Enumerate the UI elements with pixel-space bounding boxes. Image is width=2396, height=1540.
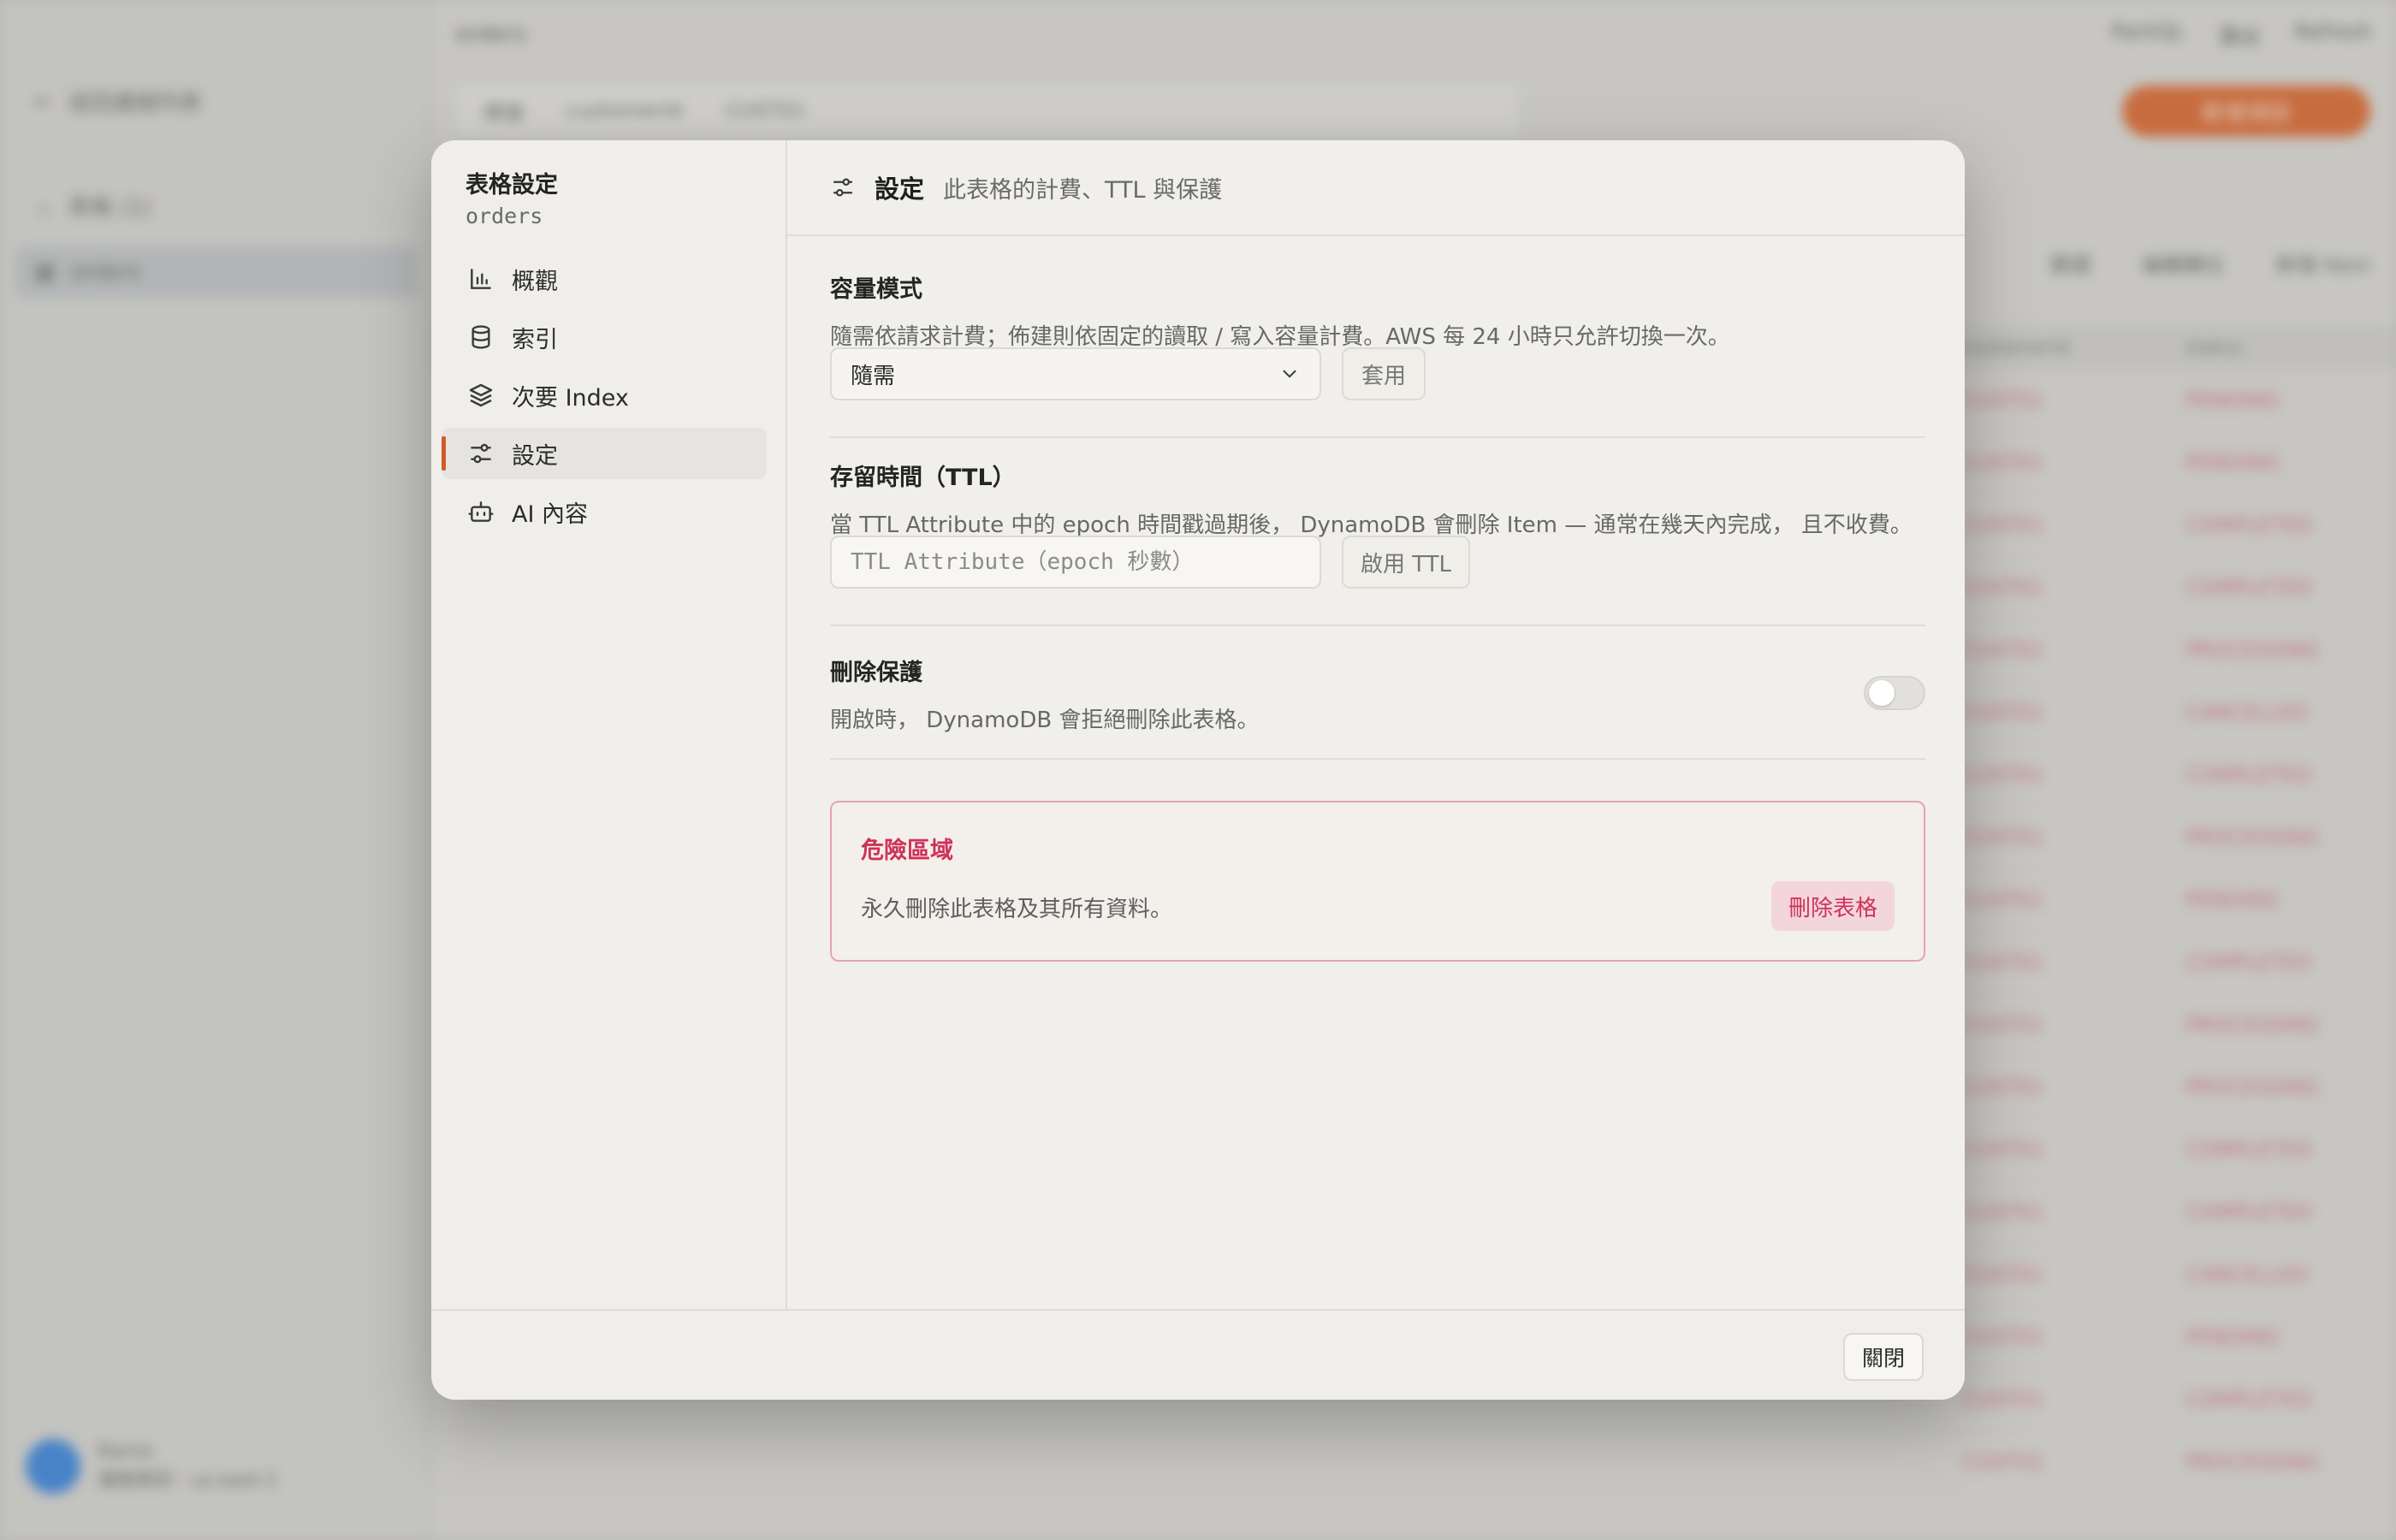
database-icon [471,325,490,349]
deletion-protection-toggle[interactable] [1864,676,1925,710]
sliders-icon [833,178,853,197]
bot-icon [468,501,494,522]
capacity-mode-select[interactable]: 隨需 [830,347,1321,400]
nav-item-indexes[interactable]: 索引 [442,311,767,363]
ttl-title: 存留時間（TTL） [830,465,1016,491]
divider [830,625,1925,626]
settings-nav: 表格設定 orders 概觀 索引 次要 Index 設定 AI 內容 [431,140,787,1309]
deletion-protection-title: 刪除保護 [830,660,922,686]
nav-item-label: 概觀 [512,268,558,295]
ttl-attribute-input[interactable] [830,536,1321,589]
section-title: 設定 [875,175,925,204]
nav-item-ai-context[interactable]: AI 內容 [442,486,767,537]
divider [830,758,1925,760]
table-settings-dialog: 表格設定 orders 概觀 索引 次要 Index 設定 AI 內容 設定 此… [431,140,1965,1400]
divider [830,436,1925,438]
ttl-section: 存留時間（TTL） 當 TTL Attribute 中的 epoch 時間戳過期… [830,459,1925,604]
danger-zone-description: 永久刪除此表格及其所有資料。 [861,897,1173,922]
sliders-icon [471,443,491,464]
dialog-title: 表格設定 [466,172,558,198]
dialog-footer: 關閉 [431,1309,1965,1400]
enable-ttl-button[interactable]: 啟用 TTL [1342,536,1470,589]
content-header: 設定 此表格的計費、TTL 與保護 [787,140,1965,236]
capacity-mode-value: 隨需 [851,363,896,389]
close-button[interactable]: 關閉 [1842,1333,1924,1381]
nav-item-overview[interactable]: 概觀 [442,253,767,305]
section-description: 此表格的計費、TTL 與保護 [943,176,1223,204]
capacity-mode-description: 隨需依請求計費；佈建則依固定的讀取 / 寫入容量計費。AWS 每 24 小時只允… [830,324,1730,350]
settings-content: 設定 此表格的計費、TTL 與保護 容量模式 隨需依請求計費；佈建則依固定的讀取… [787,140,1965,1309]
capacity-mode-section: 容量模式 隨需依請求計費；佈建則依固定的讀取 / 寫入容量計費。AWS 每 24… [830,270,1925,416]
nav-item-label: 索引 [512,326,558,353]
apply-capacity-label: 套用 [1361,363,1406,389]
nav-item-label: 次要 Index [512,384,629,412]
deletion-protection-section: 刪除保護 開啟時， DynamoDB 會拒絕刪除此表格。 [830,654,1925,739]
nav-item-label: AI 內容 [512,500,589,528]
apply-capacity-button[interactable]: 套用 [1342,347,1426,400]
danger-zone: 危險區域 永久刪除此表格及其所有資料。 刪除表格 [830,801,1925,962]
layers-icon [469,383,493,407]
capacity-mode-title: 容量模式 [830,276,922,303]
toggle-knob [1869,680,1895,706]
bar-chart-icon [471,269,491,289]
deletion-protection-description: 開啟時， DynamoDB 會拒絕刪除此表格。 [830,708,1260,733]
chevron-down-icon [1283,370,1296,378]
nav-item-secondary-index[interactable]: 次要 Index [442,370,767,421]
ttl-description: 當 TTL Attribute 中的 epoch 時間戳過期後， DynamoD… [830,512,1913,538]
delete-table-button[interactable]: 刪除表格 [1770,881,1895,931]
nav-item-settings[interactable]: 設定 [442,428,767,479]
danger-zone-title: 危險區域 [861,838,953,864]
close-label: 關閉 [1861,1346,1905,1371]
nav-item-label: 設定 [512,442,558,470]
dialog-subtitle: orders [466,204,543,228]
enable-ttl-label: 啟用 TTL [1360,551,1452,578]
